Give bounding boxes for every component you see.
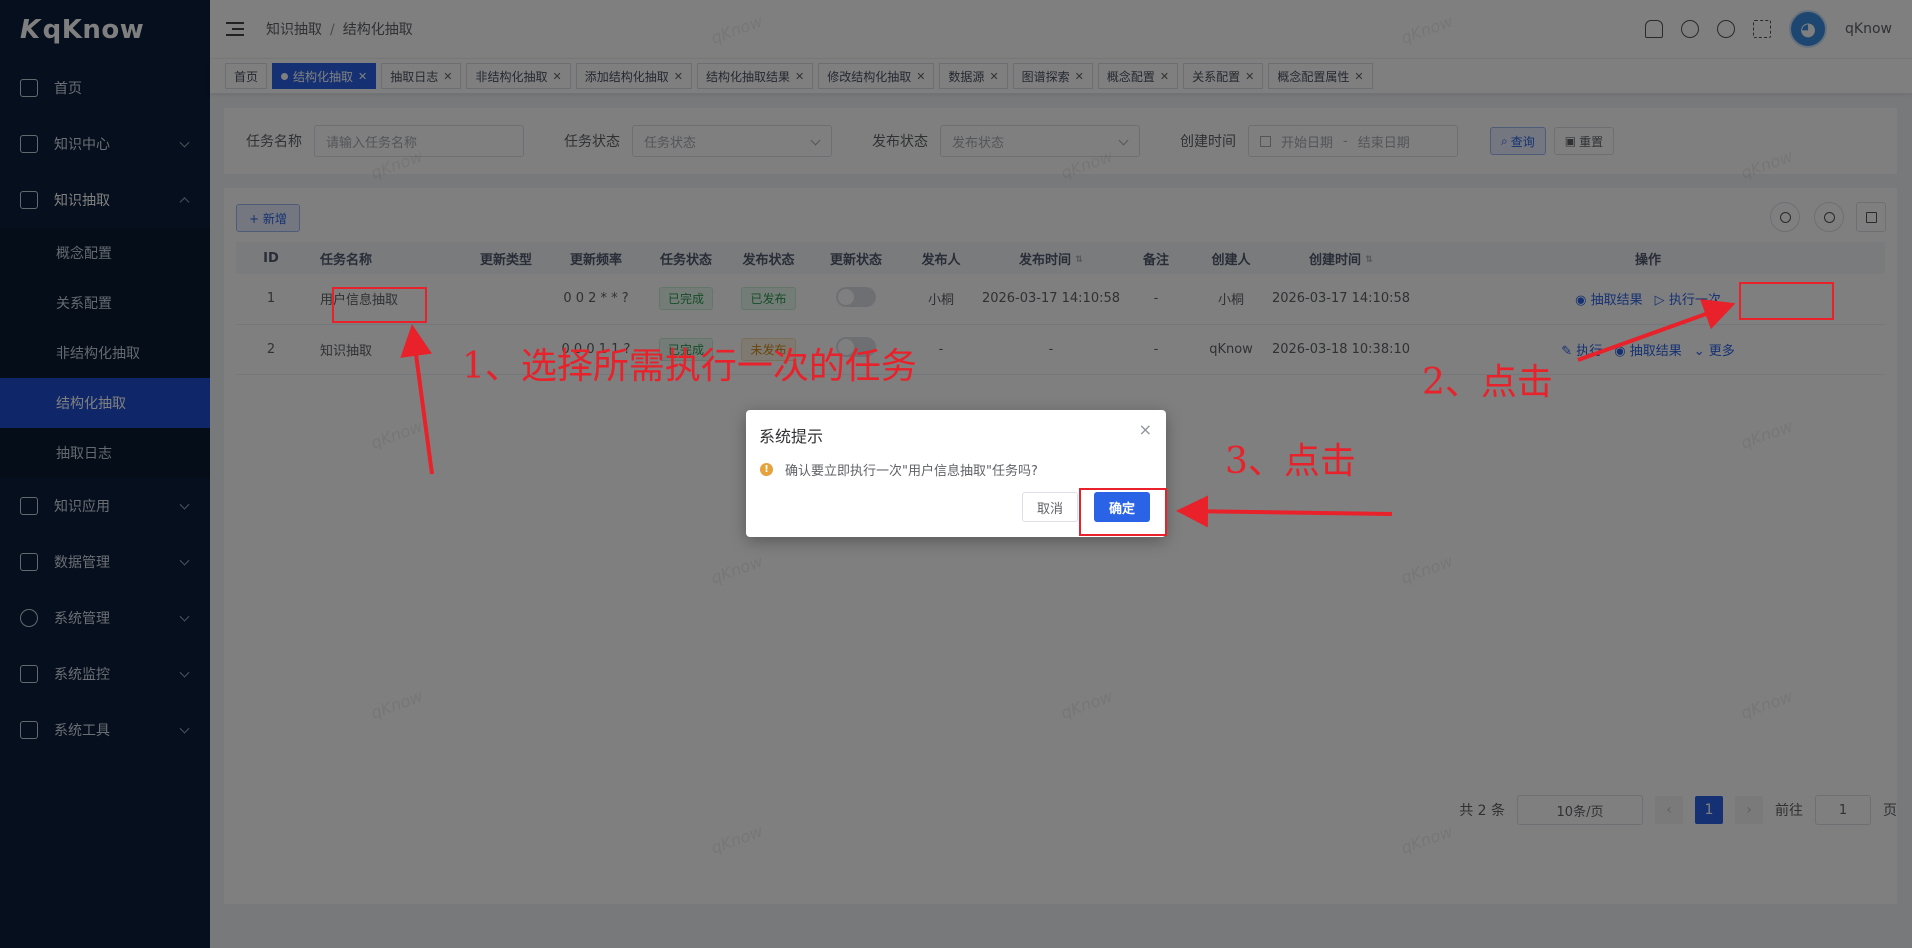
arrow-step-3: [1176, 495, 1393, 528]
arrow-step-2: [1577, 299, 1736, 362]
arrow-step-1: [400, 324, 434, 475]
annotation-arrows: [400, 299, 1736, 528]
